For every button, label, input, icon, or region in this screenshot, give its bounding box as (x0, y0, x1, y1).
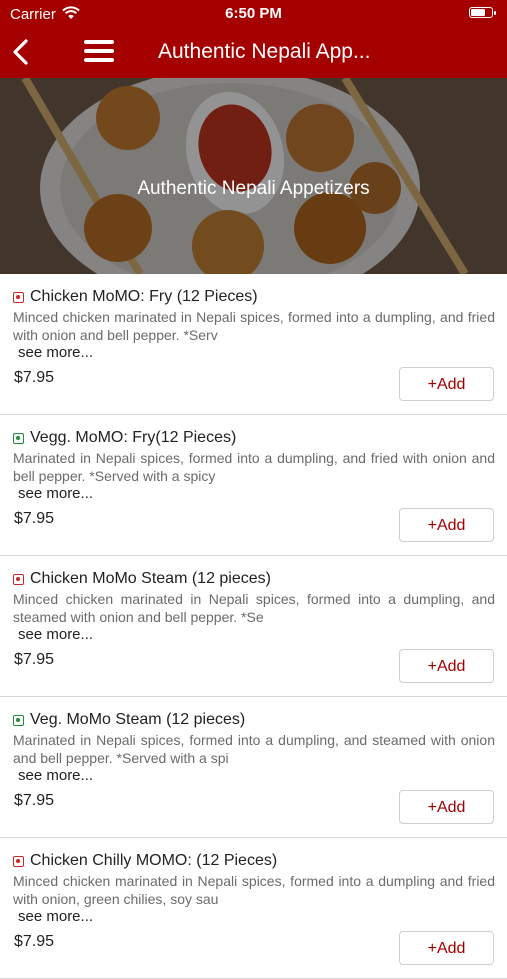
veg-indicator-icon (13, 715, 24, 726)
hero-overlay (0, 78, 507, 274)
back-button[interactable] (8, 36, 38, 68)
item-description: Marinated in Nepali spices, formed into … (13, 732, 495, 766)
status-bar: Carrier 6:50 PM (0, 0, 507, 28)
item-description: Minced chicken marinated in Nepali spice… (13, 591, 495, 625)
item-price: $7.95 (14, 933, 55, 950)
page-title: Authentic Nepali App... (158, 40, 371, 63)
menu-button[interactable] (84, 40, 114, 66)
hamburger-icon (84, 40, 114, 44)
chevron-left-icon (13, 39, 28, 65)
item-name: Chicken MoMo Steam (12 pieces) (30, 570, 271, 587)
item-name: Vegg. MoMO: Fry(12 Pieces) (30, 429, 237, 446)
see-more-link[interactable]: see more... (18, 344, 93, 361)
see-more-link[interactable]: see more... (18, 626, 93, 643)
item-price: $7.95 (14, 510, 55, 527)
see-more-link[interactable]: see more... (18, 485, 93, 502)
menu-item[interactable]: Veg. MoMo Steam (12 pieces) Marinated in… (0, 697, 507, 838)
menu-item[interactable]: Chicken MoMO: Fry (12 Pieces) Minced chi… (0, 274, 507, 415)
item-description: Minced chicken marinated in Nepali spice… (13, 309, 495, 343)
add-button[interactable]: +Add (399, 367, 494, 401)
hero-title: Authentic Nepali Appetizers (137, 178, 370, 199)
add-button[interactable]: +Add (399, 649, 494, 683)
nonveg-indicator-icon (13, 574, 24, 585)
see-more-link[interactable]: see more... (18, 908, 93, 925)
menu-item-list: Chicken MoMO: Fry (12 Pieces) Minced chi… (0, 274, 507, 979)
add-button[interactable]: +Add (399, 931, 494, 965)
top-bar: Carrier 6:50 PM Authentic Nepali App... (0, 0, 507, 78)
item-name: Chicken MoMO: Fry (12 Pieces) (30, 288, 258, 305)
item-description: Minced chicken marinated in Nepali spice… (13, 873, 495, 907)
hero-banner: Authentic Nepali Appetizers (0, 78, 507, 274)
veg-indicator-icon (13, 433, 24, 444)
add-button[interactable]: +Add (399, 790, 494, 824)
nav-bar: Authentic Nepali App... (0, 28, 507, 78)
item-name: Veg. MoMo Steam (12 pieces) (30, 711, 246, 728)
item-price: $7.95 (14, 792, 55, 809)
item-price: $7.95 (14, 651, 55, 668)
menu-item[interactable]: Chicken Chilly MOMO: (12 Pieces) Minced … (0, 838, 507, 979)
battery-icon (469, 7, 496, 18)
menu-item[interactable]: Chicken MoMo Steam (12 pieces) Minced ch… (0, 556, 507, 697)
menu-item[interactable]: Vegg. MoMO: Fry(12 Pieces) Marinated in … (0, 415, 507, 556)
add-button[interactable]: +Add (399, 508, 494, 542)
item-description: Marinated in Nepali spices, formed into … (13, 450, 495, 484)
item-price: $7.95 (14, 369, 55, 386)
item-name: Chicken Chilly MOMO: (12 Pieces) (30, 852, 278, 869)
see-more-link[interactable]: see more... (18, 767, 93, 784)
nonveg-indicator-icon (13, 292, 24, 303)
nonveg-indicator-icon (13, 856, 24, 867)
status-time: 6:50 PM (225, 5, 282, 22)
